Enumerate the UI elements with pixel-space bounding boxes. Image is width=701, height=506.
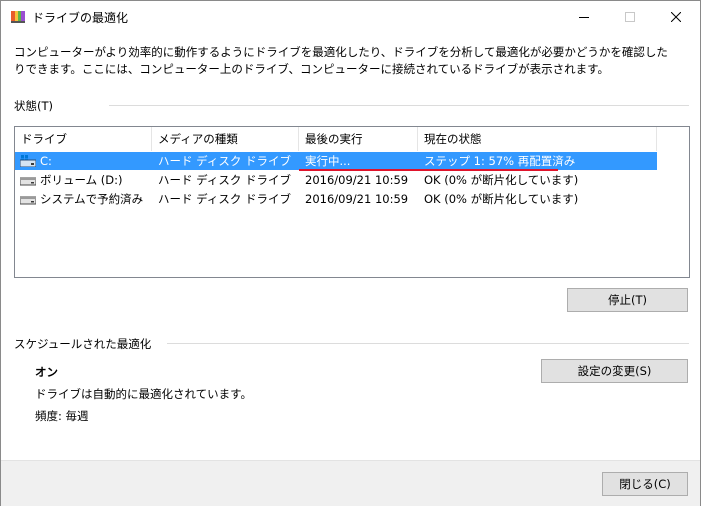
close-icon xyxy=(671,11,681,22)
optimize-drives-window: ドライブの最適化 コンピューターがより効率的に動作するようにドライブを最適化した… xyxy=(0,0,701,506)
defrag-app-icon xyxy=(11,11,25,23)
column-header-drive[interactable]: ドライブ xyxy=(15,127,152,151)
drive-status: OK (0% が断片化しています) xyxy=(424,173,579,187)
windows-drive-icon xyxy=(20,155,36,167)
description-text: コンピューターがより効率的に動作するようにドライブを最適化したり、ドライブを分析… xyxy=(14,45,668,76)
dialog-footer: 閉じる(C) xyxy=(1,460,700,506)
schedule-divider xyxy=(167,343,689,344)
maximize-icon xyxy=(625,11,635,22)
close-window-button[interactable] xyxy=(653,1,699,32)
drive-name: ボリューム (D:) xyxy=(40,173,123,187)
schedule-info: ドライブは自動的に最適化されています。 xyxy=(35,387,253,401)
column-header-current-status[interactable]: 現在の状態 xyxy=(418,127,657,151)
drive-media-type: ハード ディスク ドライブ xyxy=(158,173,292,187)
column-header-media-type[interactable]: メディアの種類 xyxy=(152,127,299,151)
drive-last-run: 2016/09/21 10:59 xyxy=(305,192,409,206)
hard-drive-icon xyxy=(20,177,36,186)
drive-name: システムで予約済み xyxy=(40,192,144,206)
drive-status: ステップ 1: 57% 再配置済み xyxy=(424,154,576,168)
drive-last-run: 実行中... xyxy=(305,154,351,168)
drive-listview[interactable]: ドライブ メディアの種類 最後の実行 現在の状態 C: ハード ディスク ドライ… xyxy=(14,126,690,278)
minimize-icon xyxy=(579,16,589,18)
drive-media-type: ハード ディスク ドライブ xyxy=(158,192,292,206)
minimize-button[interactable] xyxy=(561,1,607,32)
maximize-button[interactable] xyxy=(607,1,653,32)
schedule-state: オン xyxy=(35,365,58,379)
title-bar[interactable]: ドライブの最適化 xyxy=(1,1,700,32)
close-button[interactable]: 閉じる(C) xyxy=(602,472,688,496)
status-divider xyxy=(109,105,689,106)
drive-row-d[interactable]: ボリューム (D:) ハード ディスク ドライブ 2016/09/21 10:5… xyxy=(15,171,657,189)
listview-header: ドライブ メディアの種類 最後の実行 現在の状態 xyxy=(15,127,689,151)
schedule-section-label: スケジュールされた最適化 xyxy=(14,337,152,351)
window-title: ドライブの最適化 xyxy=(32,11,129,25)
drive-row-system-reserved[interactable]: システムで予約済み ハード ディスク ドライブ 2016/09/21 10:59… xyxy=(15,190,657,208)
schedule-frequency: 頻度: 毎週 xyxy=(35,409,89,423)
hard-drive-icon xyxy=(20,196,36,205)
drive-row-c[interactable]: C: ハード ディスク ドライブ 実行中... ステップ 1: 57% 再配置済… xyxy=(15,152,657,170)
change-settings-button[interactable]: 設定の変更(S) xyxy=(541,359,688,383)
status-section-label: 状態(T) xyxy=(14,99,53,113)
drive-name: C: xyxy=(40,154,52,168)
column-header-last-run[interactable]: 最後の実行 xyxy=(299,127,418,151)
stop-button[interactable]: 停止(T) xyxy=(567,288,688,312)
highlight-underline xyxy=(299,169,558,171)
drive-status: OK (0% が断片化しています) xyxy=(424,192,579,206)
drive-media-type: ハード ディスク ドライブ xyxy=(158,154,292,168)
drive-last-run: 2016/09/21 10:59 xyxy=(305,173,409,187)
